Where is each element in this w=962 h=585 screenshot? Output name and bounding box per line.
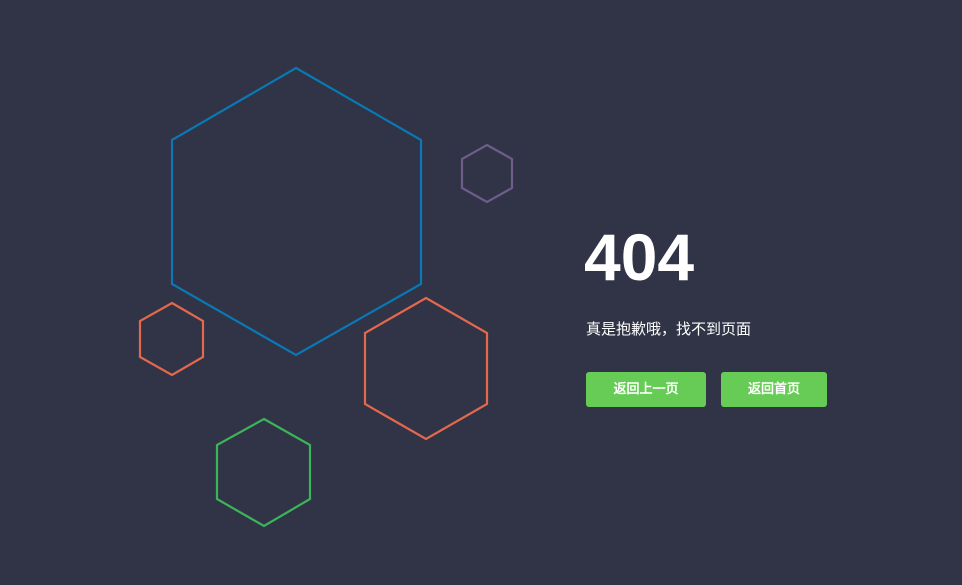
error-code-heading: 404 <box>584 220 695 294</box>
not-found-page: 404 真是抱歉哦，找不到页面 返回上一页 返回首页 <box>0 0 962 585</box>
hexagon-small-orange <box>138 301 205 377</box>
go-back-button[interactable]: 返回上一页 <box>586 372 706 407</box>
error-message: 真是抱歉哦，找不到页面 <box>586 320 752 338</box>
go-home-button[interactable]: 返回首页 <box>721 372 827 407</box>
hexagon-decorations <box>138 66 514 528</box>
hexagon-small-purple <box>460 143 514 204</box>
hexagon-medium-green <box>215 417 312 528</box>
hexagon-medium-orange <box>363 296 489 441</box>
hexagon-large-blue <box>170 66 423 357</box>
